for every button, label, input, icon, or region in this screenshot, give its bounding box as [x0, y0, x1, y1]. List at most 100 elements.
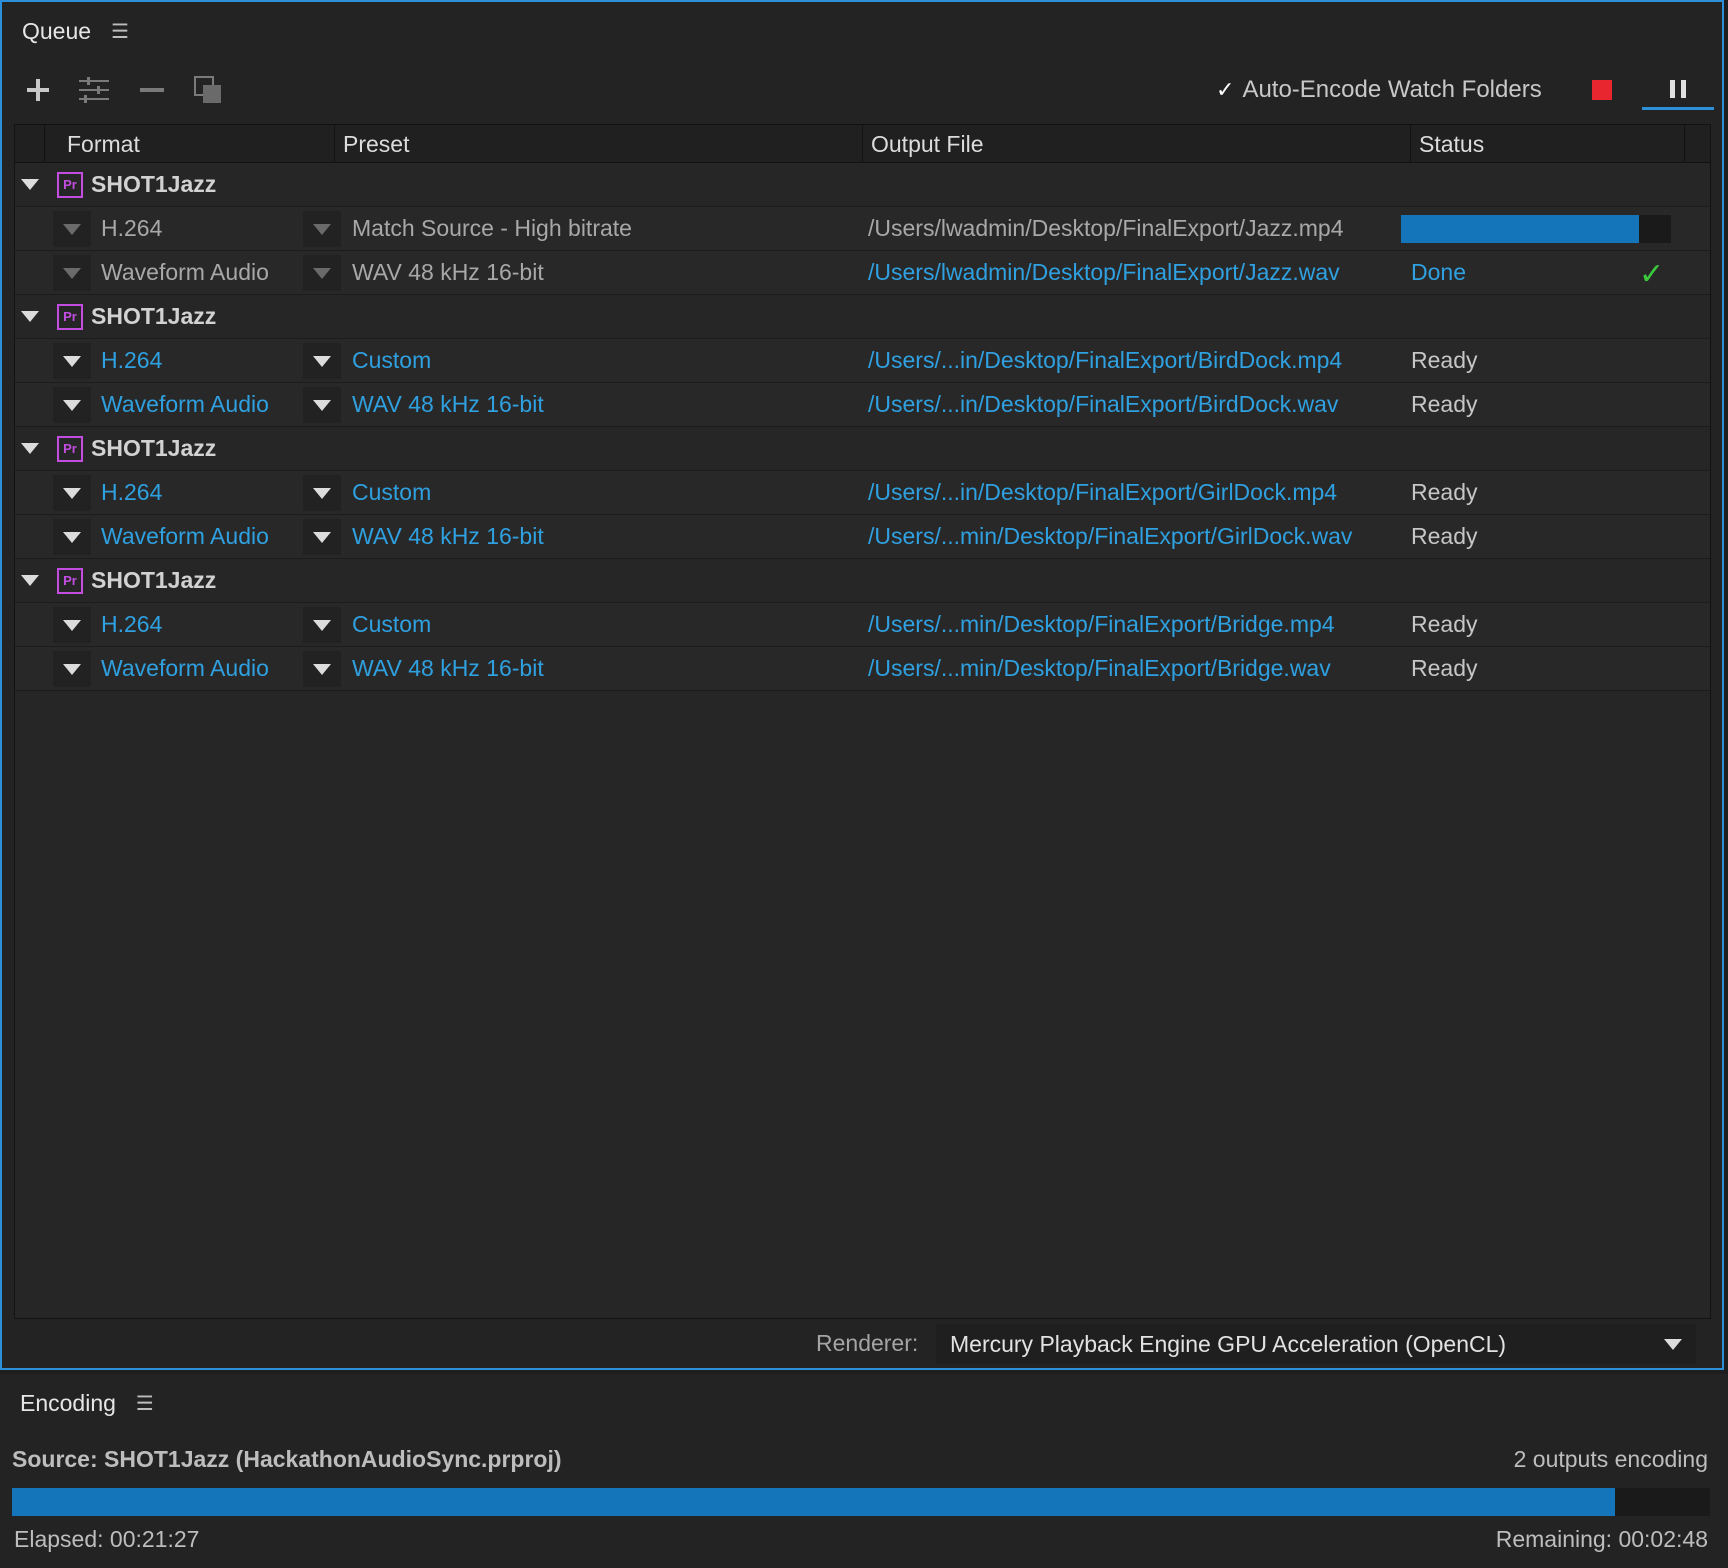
output-file-link[interactable]: /Users/...in/Desktop/FinalExport/BirdDoc…	[868, 383, 1406, 426]
group-row[interactable]: Pr SHOT1Jazz	[15, 163, 1710, 207]
duplicate-button[interactable]	[190, 72, 226, 108]
auto-encode-checkbox[interactable]: ✓ Auto-Encode Watch Folders	[1216, 72, 1542, 108]
status-text: Ready	[1411, 347, 1478, 373]
format-dropdown[interactable]	[53, 211, 91, 247]
chevron-down-icon	[63, 223, 81, 235]
preset-dropdown[interactable]	[303, 387, 341, 423]
preset-dropdown[interactable]	[303, 475, 341, 511]
preset-value[interactable]: WAV 48 kHz 16-bit	[352, 647, 852, 690]
chevron-down-icon	[313, 399, 331, 411]
hamburger-menu-icon[interactable]: ☰	[111, 19, 129, 44]
queue-tab[interactable]: Queue ☰	[22, 14, 129, 48]
output-file-link[interactable]: /Users/lwadmin/Desktop/FinalExport/Jazz.…	[868, 251, 1406, 294]
output-file-link[interactable]: /Users/...in/Desktop/FinalExport/GirlDoc…	[868, 471, 1406, 514]
table-row[interactable]: H.264 Custom/Users/...in/Desktop/FinalExp…	[15, 471, 1710, 515]
preset-value[interactable]: Custom	[352, 339, 852, 382]
format-value[interactable]: H.264	[101, 339, 321, 382]
status-cell	[1401, 207, 1685, 250]
pause-queue-button[interactable]	[1642, 70, 1714, 110]
preset-value[interactable]: WAV 48 kHz 16-bit	[352, 515, 852, 558]
remove-button[interactable]	[134, 72, 170, 108]
status-text: Ready	[1411, 479, 1478, 505]
format-value[interactable]: Waveform Audio	[101, 383, 321, 426]
status-cell: Ready	[1401, 383, 1685, 426]
premiere-project-icon: Pr	[57, 171, 83, 198]
group-name: SHOT1Jazz	[91, 303, 217, 329]
group-disclosure[interactable]	[17, 427, 43, 470]
preset-settings-button[interactable]	[76, 72, 112, 108]
preset-value[interactable]: WAV 48 kHz 16-bit	[352, 383, 852, 426]
preset-value[interactable]: Custom	[352, 471, 852, 514]
chevron-down-icon	[63, 355, 81, 367]
encoding-tab[interactable]: Encoding ☰	[20, 1386, 154, 1420]
format-dropdown[interactable]	[53, 343, 91, 379]
preset-value[interactable]: Match Source - High bitrate	[352, 207, 852, 250]
format-value[interactable]: H.264	[101, 207, 321, 250]
preset-value[interactable]: WAV 48 kHz 16-bit	[352, 251, 852, 294]
preset-dropdown[interactable]	[303, 211, 341, 247]
auto-encode-label: Auto-Encode Watch Folders	[1242, 76, 1542, 103]
format-value[interactable]: H.264	[101, 603, 321, 646]
preset-dropdown[interactable]	[303, 607, 341, 643]
output-file-link[interactable]: /Users/lwadmin/Desktop/FinalExport/Jazz.…	[868, 207, 1406, 250]
format-dropdown[interactable]	[53, 387, 91, 423]
format-dropdown[interactable]	[53, 475, 91, 511]
column-status[interactable]: Status	[1411, 125, 1685, 163]
status-text[interactable]: Done	[1401, 259, 1466, 286]
group-row[interactable]: Pr SHOT1Jazz	[15, 427, 1710, 471]
format-value[interactable]: Waveform Audio	[101, 515, 321, 558]
status-text: Ready	[1411, 655, 1478, 681]
table-row[interactable]: Waveform Audio WAV 48 kHz 16-bit/Users/..…	[15, 647, 1710, 691]
output-file-link[interactable]: /Users/...in/Desktop/FinalExport/BirdDoc…	[868, 339, 1406, 382]
preset-dropdown[interactable]	[303, 651, 341, 687]
format-value[interactable]: Waveform Audio	[101, 647, 321, 690]
renderer-select[interactable]: Mercury Playback Engine GPU Acceleration…	[936, 1324, 1696, 1364]
output-file-link[interactable]: /Users/...min/Desktop/FinalExport/Bridge…	[868, 647, 1406, 690]
pause-icon-bar	[1670, 79, 1675, 98]
format-dropdown[interactable]	[53, 607, 91, 643]
group-disclosure[interactable]	[17, 295, 43, 338]
chevron-down-icon	[63, 399, 81, 411]
renderer-value: Mercury Playback Engine GPU Acceleration…	[950, 1330, 1507, 1357]
chevron-down-icon	[313, 663, 331, 675]
preset-dropdown[interactable]	[303, 343, 341, 379]
format-dropdown[interactable]	[53, 651, 91, 687]
table-row[interactable]: H.264 Custom/Users/...in/Desktop/FinalExp…	[15, 339, 1710, 383]
table-row[interactable]: Waveform Audio WAV 48 kHz 16-bit/Users/..…	[15, 383, 1710, 427]
encoding-source: Source: SHOT1Jazz (HackathonAudioSync.pr…	[12, 1446, 562, 1472]
table-row[interactable]: Waveform Audio WAV 48 kHz 16-bit/Users/lw…	[15, 251, 1710, 295]
stop-queue-button[interactable]	[1592, 80, 1612, 100]
chevron-down-icon	[313, 487, 331, 499]
chevron-down-icon	[63, 487, 81, 499]
status-cell: Ready	[1401, 647, 1685, 690]
format-value[interactable]: H.264	[101, 471, 321, 514]
group-name: SHOT1Jazz	[91, 435, 217, 461]
row-progress-fill	[1401, 214, 1639, 243]
table-row[interactable]: H.264 Custom/Users/...min/Desktop/FinalEx…	[15, 603, 1710, 647]
output-file-link[interactable]: /Users/...min/Desktop/FinalExport/GirlDo…	[868, 515, 1406, 558]
column-output-file[interactable]: Output File	[863, 125, 1411, 163]
group-disclosure[interactable]	[17, 559, 43, 602]
group-row[interactable]: Pr SHOT1Jazz	[15, 559, 1710, 603]
encoding-title: Encoding	[20, 1389, 116, 1416]
queue-panel: Queue ☰ ✓ Auto-Encode Watch Folders Form…	[0, 0, 1724, 1370]
column-format[interactable]: Format	[45, 125, 335, 163]
format-dropdown[interactable]	[53, 519, 91, 555]
output-file-link[interactable]: /Users/...min/Desktop/FinalExport/Bridge…	[868, 603, 1406, 646]
group-disclosure[interactable]	[17, 163, 43, 206]
hamburger-menu-icon[interactable]: ☰	[136, 1391, 154, 1416]
table-row[interactable]: H.264 Match Source - High bitrate/Users/l…	[15, 207, 1710, 251]
format-dropdown[interactable]	[53, 255, 91, 291]
preset-dropdown[interactable]	[303, 255, 341, 291]
format-value[interactable]: Waveform Audio	[101, 251, 321, 294]
chevron-down-icon	[313, 619, 331, 631]
add-source-button[interactable]	[20, 72, 56, 108]
chevron-down-icon	[63, 663, 81, 675]
table-row[interactable]: Waveform Audio WAV 48 kHz 16-bit/Users/..…	[15, 515, 1710, 559]
chevron-down-icon	[313, 267, 331, 279]
preset-value[interactable]: Custom	[352, 603, 852, 646]
group-row[interactable]: Pr SHOT1Jazz	[15, 295, 1710, 339]
preset-dropdown[interactable]	[303, 519, 341, 555]
table-header: Format Preset Output File Status	[15, 125, 1710, 163]
column-preset[interactable]: Preset	[335, 125, 863, 163]
